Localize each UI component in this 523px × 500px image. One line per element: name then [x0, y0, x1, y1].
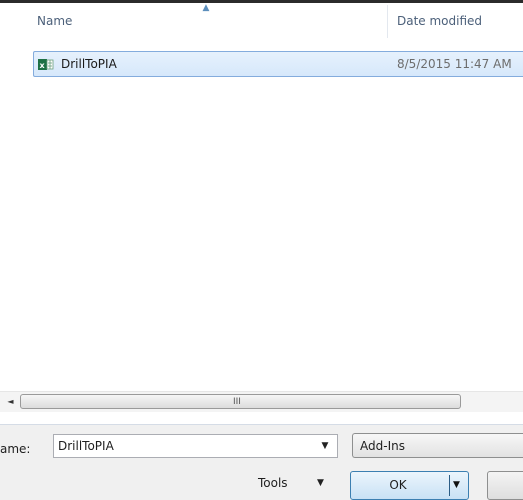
ok-label: OK [389, 478, 407, 492]
excel-addin-icon: x [38, 57, 54, 72]
filename-input[interactable] [58, 438, 308, 454]
horizontal-scrollbar[interactable]: ◄ III [0, 391, 523, 412]
column-header-row: Name ▲ Date modified [0, 3, 523, 40]
sort-ascending-icon: ▲ [202, 3, 210, 13]
split-divider [449, 475, 450, 496]
file-list-pane[interactable]: Name ▲ Date modified x DrillToPIA 8/5/20… [0, 3, 523, 425]
file-date-modified: 8/5/2015 11:47 AM [397, 57, 512, 71]
file-row-selected[interactable]: x DrillToPIA 8/5/2015 11:47 AM [33, 51, 523, 77]
column-header-name[interactable]: Name ▲ [0, 3, 387, 40]
scroll-left-arrow-icon[interactable]: ◄ [2, 394, 19, 410]
file-type-filter-label: Add-Ins [360, 439, 405, 453]
tools-button[interactable]: Tools ▼ [247, 473, 339, 495]
file-name: DrillToPIA [61, 57, 117, 71]
cancel-button[interactable] [487, 471, 523, 500]
scrollbar-track[interactable] [462, 394, 523, 410]
tools-label: Tools [258, 476, 288, 490]
filename-label: ame: [0, 442, 31, 456]
svg-text:x: x [40, 61, 46, 70]
chevron-down-icon[interactable]: ▼ [313, 435, 337, 457]
column-header-name-label: Name [37, 14, 73, 28]
thumb-grip-icon: III [233, 397, 241, 407]
pane-divider [0, 424, 523, 425]
filename-combobox[interactable]: ▼ [53, 434, 338, 458]
chevron-down-icon[interactable]: ▼ [453, 479, 460, 491]
column-header-date-label: Date modified [397, 14, 483, 28]
column-header-date-modified[interactable]: Date modified [388, 3, 523, 40]
ok-button[interactable]: OK ▼ [350, 471, 469, 500]
scrollbar-thumb[interactable]: III [20, 394, 461, 409]
file-type-filter[interactable]: Add-Ins [352, 433, 523, 458]
chevron-down-icon: ▼ [317, 478, 324, 488]
